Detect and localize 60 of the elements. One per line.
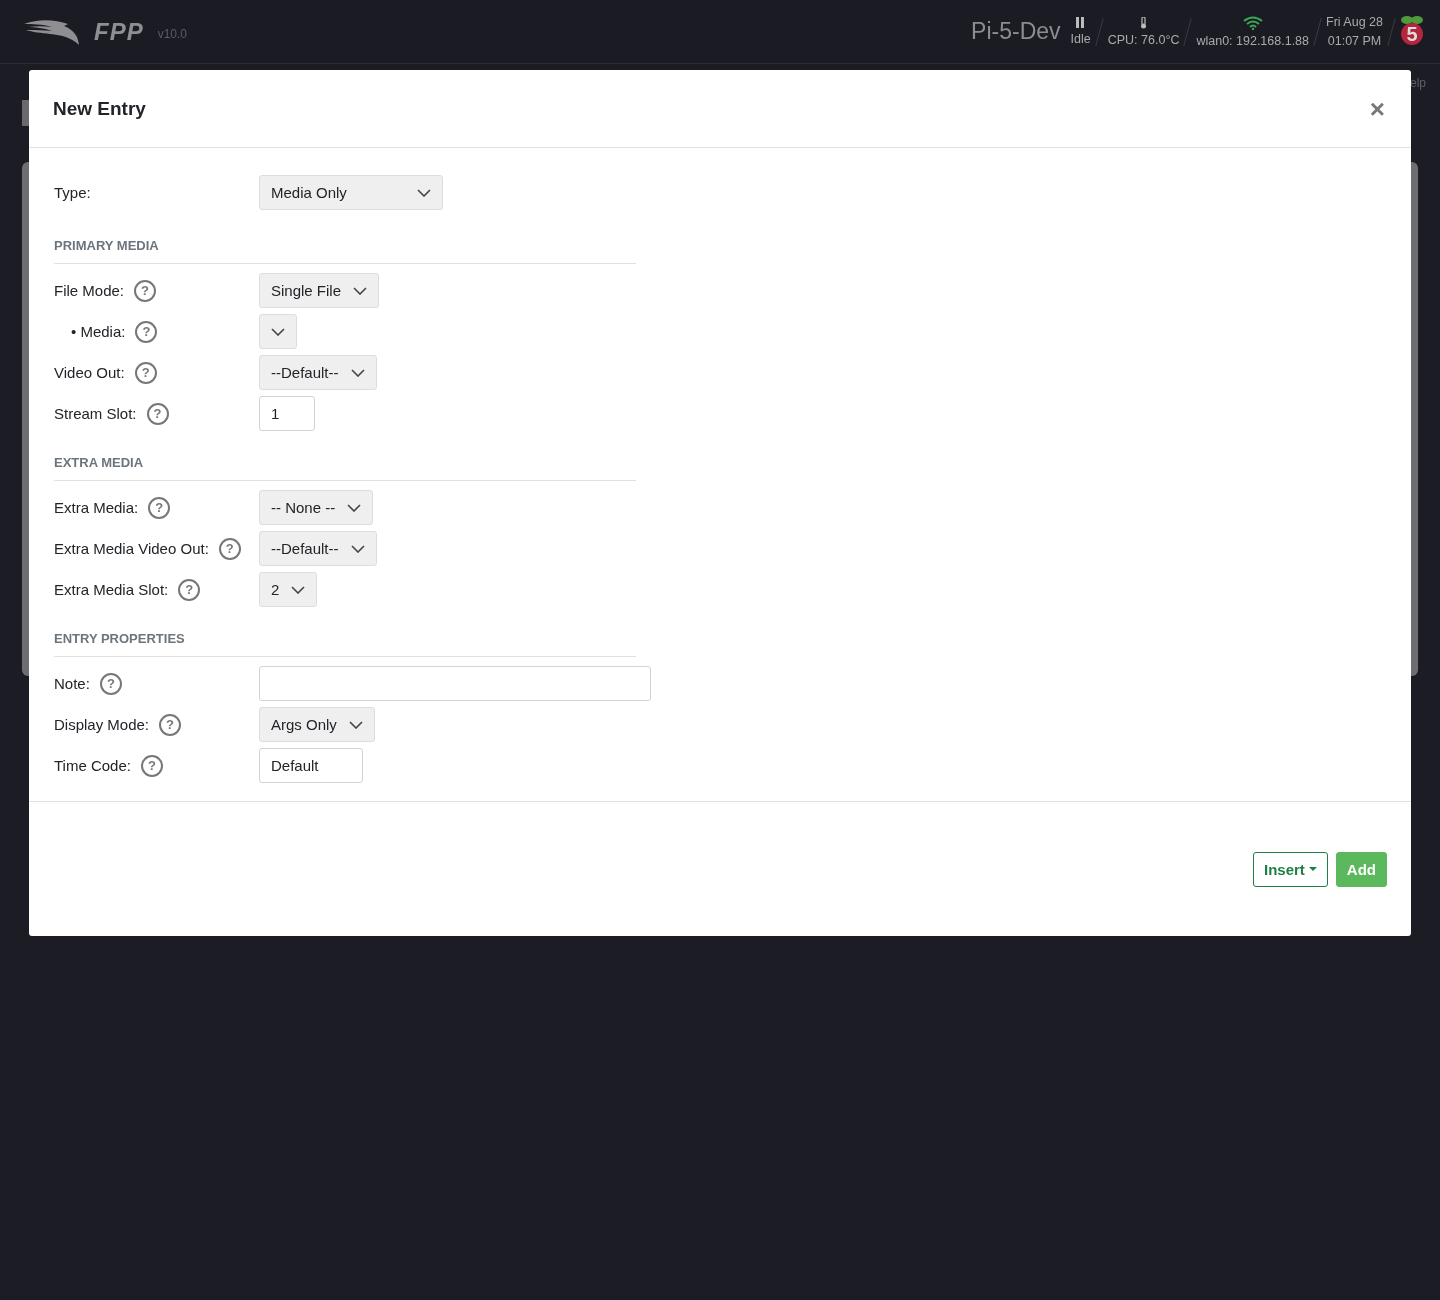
dropdown-select[interactable]: -- None -- <box>259 490 374 525</box>
chevron-down-icon <box>347 503 362 512</box>
time-text: 01:07 PM <box>1327 34 1382 48</box>
section-heading: EXTRA MEDIA <box>54 451 636 481</box>
status-text: Idle <box>1070 32 1091 46</box>
help-link[interactable]: elp <box>1410 76 1426 90</box>
field-label: Note: <box>54 675 90 692</box>
chevron-down-icon <box>348 720 363 729</box>
dropdown-select[interactable]: Single File <box>259 273 380 308</box>
help-icon[interactable]: ? <box>159 713 182 736</box>
caret-icon <box>1308 867 1317 871</box>
help-icon[interactable]: ? <box>99 672 122 695</box>
date-text: Fri Aug 28 <box>1326 15 1383 29</box>
network-address: wlan0: 192.168.1.88 <box>1196 33 1309 48</box>
wifi-icon <box>1242 15 1263 30</box>
help-icon[interactable]: ? <box>178 578 201 601</box>
input-field[interactable] <box>259 666 651 701</box>
input-field[interactable]: Default <box>259 748 363 783</box>
version-text: v10.0 <box>157 26 188 41</box>
field-label: Extra Media Video Out: <box>54 540 209 557</box>
chevron-down-icon <box>350 544 365 553</box>
insert-button[interactable]: Insert <box>1252 851 1328 887</box>
dropdown-select[interactable]: --Default-- <box>259 531 377 566</box>
close-button[interactable]: × <box>1367 95 1387 122</box>
field-label: File Mode: <box>54 282 125 299</box>
help-icon[interactable]: ? <box>135 320 158 343</box>
field-label: Extra Media Slot: <box>54 581 169 598</box>
field-label: Extra Media: <box>54 499 139 516</box>
chevron-down-icon <box>417 188 431 197</box>
help-icon[interactable]: ? <box>141 754 163 777</box>
help-icon[interactable]: ? <box>146 402 169 425</box>
chevron-down-icon <box>353 286 368 295</box>
logo-text: FPP <box>94 17 144 46</box>
chevron-down-icon <box>350 368 365 377</box>
chevron-down-icon <box>291 585 306 594</box>
dropdown-select[interactable]: Args Only <box>259 707 375 742</box>
dropdown-select[interactable] <box>259 314 297 349</box>
type-select[interactable]: Media Only <box>259 175 443 210</box>
help-icon[interactable]: ? <box>148 496 171 519</box>
field-label: Video Out: <box>54 364 125 381</box>
field-label: • Media: <box>70 323 126 340</box>
field-label: Type: <box>54 184 92 201</box>
chevron-down-icon <box>271 327 285 336</box>
section-heading: ENTRY PROPERTIES <box>54 627 636 657</box>
help-icon[interactable]: ? <box>134 279 157 302</box>
add-button[interactable]: Add <box>1335 851 1387 887</box>
dropdown-select[interactable]: 2 <box>259 572 318 607</box>
section-heading: PRIMARY MEDIA <box>54 234 636 264</box>
help-icon[interactable]: ? <box>134 361 157 384</box>
input-field[interactable]: 1 <box>259 396 315 431</box>
cpu-temperature: CPU: 76.0°C <box>1107 32 1180 47</box>
pause-icon <box>1076 17 1086 28</box>
dropdown-select[interactable]: --Default-- <box>259 355 377 390</box>
help-icon[interactable]: ? <box>218 537 241 560</box>
modal-title: New Entry <box>53 97 146 120</box>
thermometer-icon <box>1140 16 1148 29</box>
field-label: Display Mode: <box>54 716 150 733</box>
host-name: Pi-5-Dev <box>971 18 1061 45</box>
field-label: Time Code: <box>54 757 131 774</box>
field-label: Stream Slot: <box>54 405 137 422</box>
